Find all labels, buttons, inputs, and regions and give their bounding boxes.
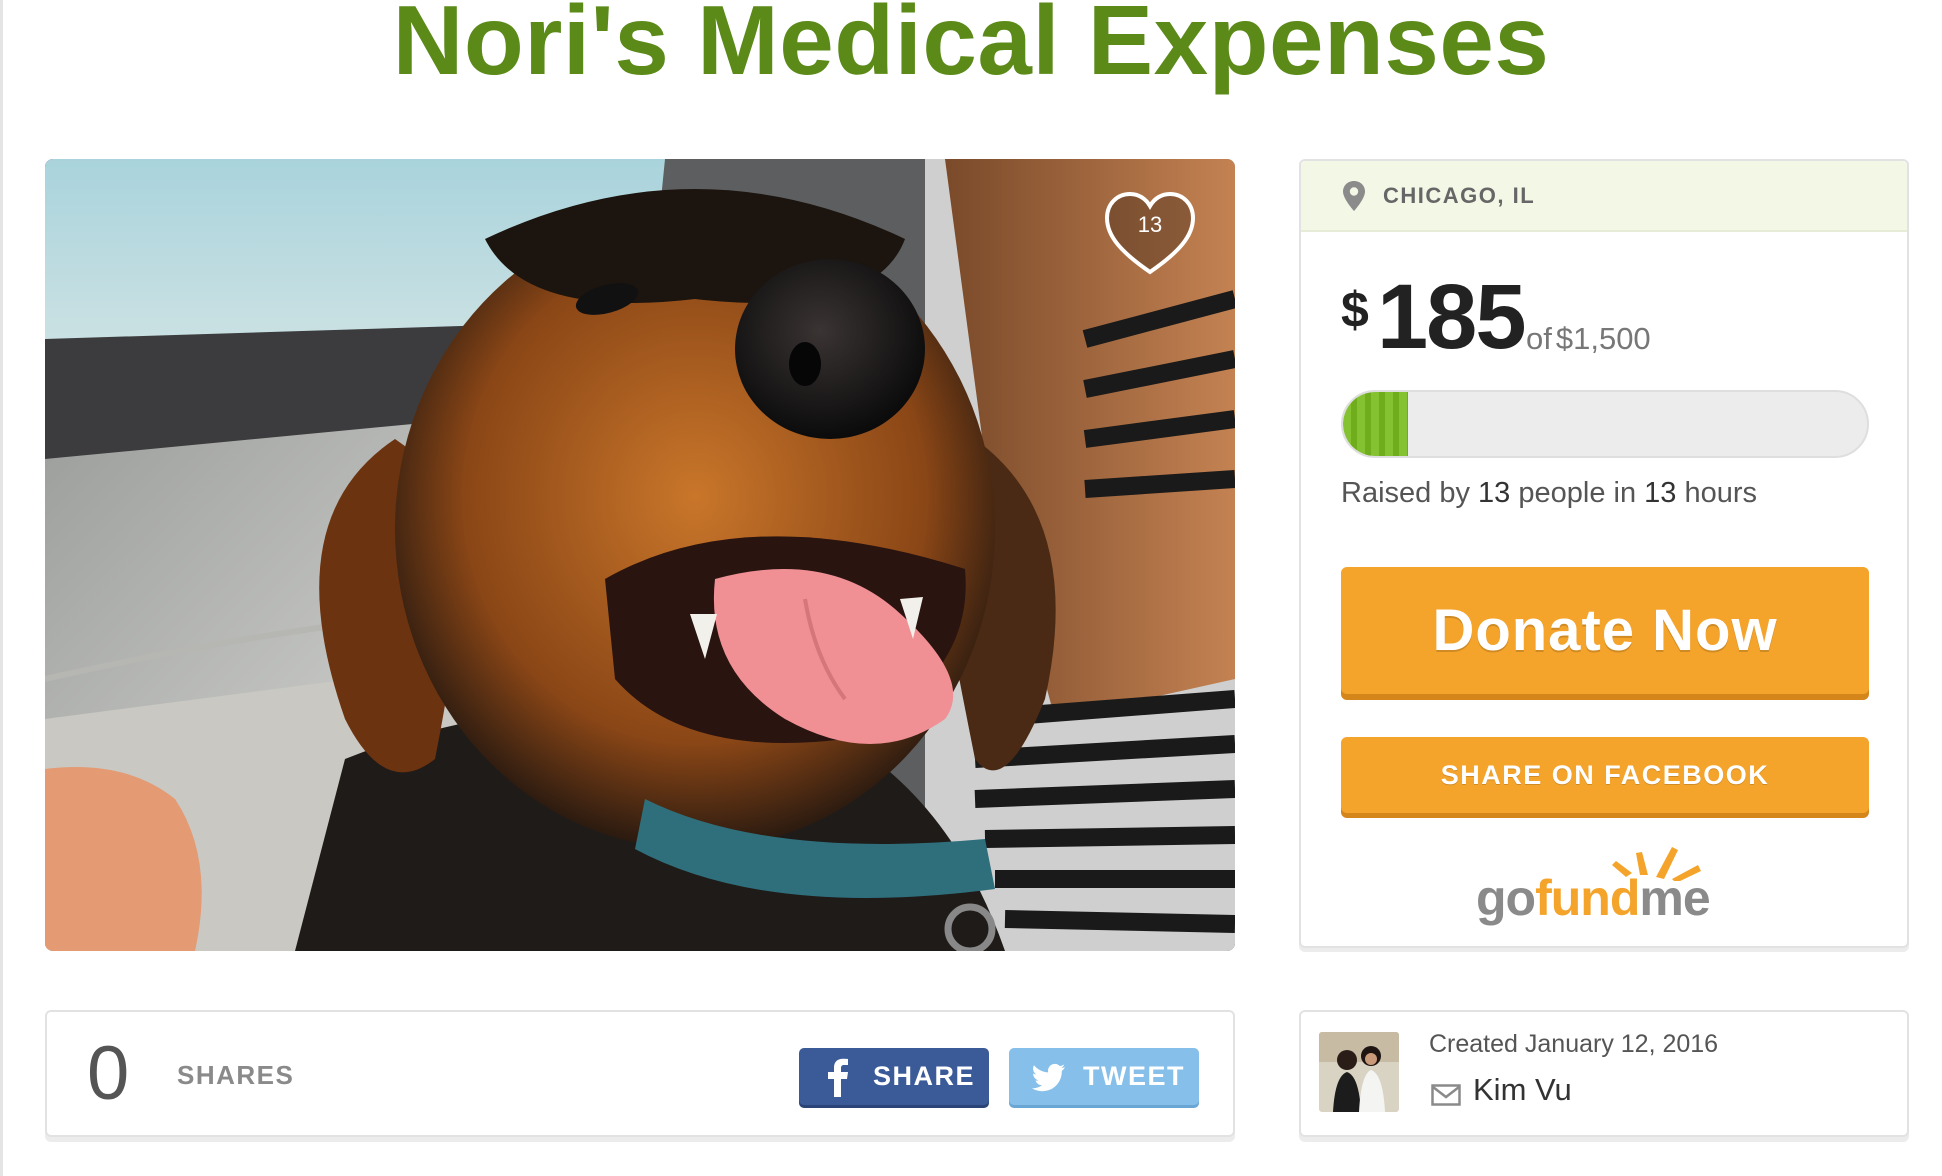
tweet-button[interactable]: TWEET	[1009, 1048, 1199, 1105]
tweet-label: TWEET	[1083, 1061, 1185, 1091]
raised-amount: 185	[1377, 266, 1526, 368]
facebook-share-label: SHARE	[873, 1061, 976, 1091]
heart-like-button[interactable]: 13	[1103, 190, 1197, 278]
goal-amount: $1,500	[1555, 321, 1651, 356]
share-on-facebook-button[interactable]: SHARE ON FACEBOOK	[1341, 737, 1869, 813]
gofundme-logo: gofundme	[1476, 841, 1736, 931]
goal-prefix: of	[1526, 321, 1552, 356]
twitter-icon	[1031, 1063, 1065, 1091]
raised-by-middle: people in	[1518, 477, 1637, 509]
share-count: 0	[87, 1031, 130, 1116]
donor-count: 13	[1478, 477, 1511, 509]
creator-name[interactable]: Kim Vu	[1473, 1072, 1572, 1108]
logo-wordmark: gofundme	[1476, 870, 1711, 926]
creator-card: Created January 12, 2016 Kim Vu	[1299, 1010, 1909, 1137]
shares-label: SHARES	[177, 1060, 295, 1090]
raised-by-prefix: Raised by	[1341, 477, 1470, 509]
goal-text: of $1,500	[1526, 321, 1651, 357]
raised-by-text: Raised by 13 people in 13 hours	[1341, 477, 1757, 510]
campaign-title: Nori's Medical Expenses	[392, 0, 1550, 95]
map-pin-icon	[1343, 180, 1365, 211]
campaign-photo	[45, 159, 1235, 951]
location-text: CHICAGO, IL	[1383, 182, 1536, 208]
facebook-icon	[828, 1058, 848, 1097]
location-bar: CHICAGO, IL	[1301, 161, 1907, 232]
created-date: Created January 12, 2016	[1429, 1030, 1719, 1058]
avatar[interactable]	[1319, 1032, 1399, 1112]
progress-bar	[1341, 390, 1869, 458]
duration-count: 13	[1644, 477, 1677, 509]
shares-card: 0 SHARES SHARE TWEET	[45, 1010, 1235, 1137]
heart-count: 13	[1137, 212, 1163, 237]
donate-now-button[interactable]: Donate Now	[1341, 567, 1869, 694]
page-edge-rule	[0, 0, 3, 1176]
facebook-share-button[interactable]: SHARE	[799, 1048, 989, 1105]
currency-symbol: $	[1341, 282, 1369, 338]
progress-fill	[1343, 392, 1408, 456]
mail-icon[interactable]	[1431, 1084, 1461, 1106]
campaign-summary-card: CHICAGO, IL $ 185 of $1,500 Raised by 13 …	[1299, 159, 1909, 948]
raised-by-suffix: hours	[1684, 477, 1758, 509]
